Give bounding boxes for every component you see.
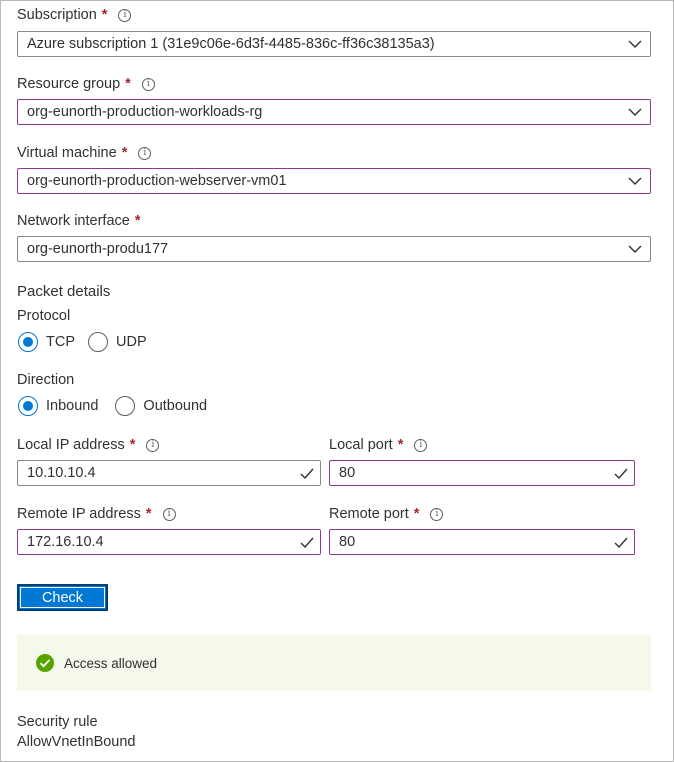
subscription-label: Subscription <box>17 7 97 23</box>
virtual-machine-label: Virtual machine <box>17 145 117 161</box>
info-icon[interactable]: i <box>141 77 155 91</box>
local-ip-input[interactable]: 10.10.10.4 <box>17 460 321 486</box>
radio-inbound[interactable]: Inbound <box>18 396 98 416</box>
remote-port-label-group: Remote port * i <box>329 506 444 522</box>
checkmark-icon <box>608 461 634 485</box>
network-interface-label: Network interface <box>17 213 130 229</box>
radio-tcp[interactable]: TCP <box>18 332 75 352</box>
virtual-machine-dropdown[interactable]: org-eunorth-production-webserver-vm01 <box>17 168 651 194</box>
local-port-label: Local port <box>329 437 393 453</box>
subscription-dropdown[interactable]: Azure subscription 1 (31e9c06e-6d3f-4485… <box>17 31 651 57</box>
required-marker: * <box>125 76 131 92</box>
radio-outbound[interactable]: Outbound <box>115 396 207 416</box>
network-interface-dropdown[interactable]: org-eunorth-produ177 <box>17 236 651 262</box>
info-icon[interactable]: i <box>430 507 444 521</box>
local-port-value: 80 <box>339 465 356 481</box>
remote-ip-label: Remote IP address <box>17 506 141 522</box>
remote-port-label: Remote port <box>329 506 409 522</box>
info-icon[interactable]: i <box>118 8 132 22</box>
chevron-down-icon <box>620 237 650 261</box>
radio-inbound-label: Inbound <box>46 398 99 414</box>
local-ip-label-group: Local IP address * i <box>17 437 160 453</box>
remote-port-value: 80 <box>339 534 356 550</box>
radio-udp[interactable]: UDP <box>88 332 147 352</box>
radio-selected-icon[interactable] <box>18 396 38 416</box>
info-icon[interactable]: i <box>414 438 428 452</box>
result-banner: Access allowed <box>17 635 651 691</box>
network-interface-value: org-eunorth-produ177 <box>27 241 169 257</box>
success-check-icon <box>36 654 54 672</box>
radio-unselected-icon[interactable] <box>88 332 108 352</box>
radio-udp-label: UDP <box>116 334 147 350</box>
required-marker: * <box>397 437 404 453</box>
checkmark-icon <box>608 530 634 554</box>
virtual-machine-value: org-eunorth-production-webserver-vm01 <box>27 173 287 189</box>
resource-group-dropdown[interactable]: org-eunorth-production-workloads-rg <box>17 99 651 125</box>
chevron-down-icon <box>620 32 650 56</box>
remote-port-input[interactable]: 80 <box>329 529 635 555</box>
remote-ip-value: 172.16.10.4 <box>27 534 104 550</box>
subscription-label-group: Subscription * i <box>17 7 132 23</box>
radio-tcp-label: TCP <box>46 334 75 350</box>
chevron-down-icon <box>620 100 650 124</box>
required-marker: * <box>145 506 152 522</box>
radio-outbound-label: Outbound <box>143 398 208 414</box>
result-text: Access allowed <box>64 655 158 671</box>
local-port-label-group: Local port * i <box>329 437 428 453</box>
required-marker: * <box>101 7 108 23</box>
packet-details-heading: Packet details <box>17 283 111 300</box>
radio-selected-icon[interactable] <box>18 332 38 352</box>
local-port-input[interactable]: 80 <box>329 460 635 486</box>
resource-group-label: Resource group <box>17 76 121 92</box>
radio-unselected-icon[interactable] <box>115 396 136 416</box>
chevron-down-icon <box>620 169 650 193</box>
protocol-label: Protocol <box>17 308 71 324</box>
info-icon[interactable]: i <box>146 438 160 452</box>
checkmark-icon <box>294 530 320 554</box>
info-icon[interactable]: i <box>162 507 176 521</box>
remote-ip-label-group: Remote IP address * i <box>17 506 176 522</box>
required-marker: * <box>129 437 136 453</box>
protocol-radio-group: TCP UDP <box>18 332 147 352</box>
virtual-machine-label-group: Virtual machine * i <box>17 145 152 161</box>
direction-radio-group: Inbound Outbound <box>18 396 207 416</box>
security-rule-label: Security rule <box>17 714 98 730</box>
required-marker: * <box>121 145 128 161</box>
check-button[interactable]: Check <box>17 584 108 611</box>
resource-group-label-group: Resource group * i <box>17 76 155 92</box>
required-marker: * <box>134 213 141 229</box>
required-marker: * <box>413 506 420 522</box>
security-rule-value: AllowVnetInBound <box>17 734 136 750</box>
local-ip-value: 10.10.10.4 <box>27 465 96 481</box>
local-ip-label: Local IP address <box>17 437 125 453</box>
info-icon[interactable]: i <box>138 146 152 160</box>
direction-label: Direction <box>17 372 75 388</box>
network-interface-label-group: Network interface * <box>17 213 140 229</box>
checkmark-icon <box>294 461 320 485</box>
subscription-value: Azure subscription 1 (31e9c06e-6d3f-4485… <box>27 36 435 52</box>
resource-group-value: org-eunorth-production-workloads-rg <box>27 104 263 120</box>
remote-ip-input[interactable]: 172.16.10.4 <box>17 529 321 555</box>
packet-check-panel: Subscription * i Azure subscription 1 (3… <box>0 0 674 762</box>
